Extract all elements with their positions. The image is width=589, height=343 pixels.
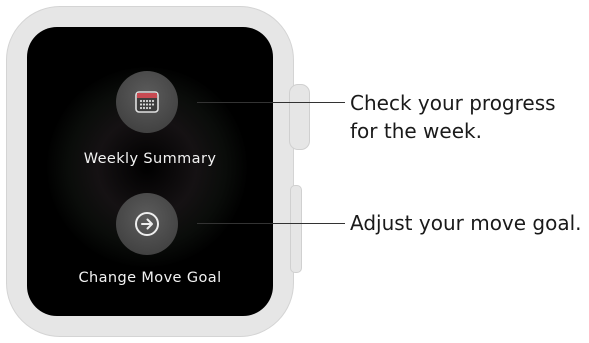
watch-screen: Weekly Summary Change Move Goal <box>27 27 273 316</box>
weekly-summary-callout-line-1: Check your progress <box>350 91 556 115</box>
calendar-icon <box>135 91 159 113</box>
side-button <box>290 185 302 273</box>
weekly-summary-callout-line-2: for the week. <box>350 119 482 143</box>
illustration: Weekly Summary Change Move Goal Check yo… <box>0 0 589 343</box>
move-goal-callout: Adjust your move goal. <box>350 209 582 237</box>
weekly-summary-callout: Check your progress for the week. <box>350 89 556 145</box>
weekly-summary-label: Weekly Summary <box>83 151 217 167</box>
change-move-goal-button[interactable] <box>116 193 178 255</box>
weekly-summary-callout-line <box>197 102 345 103</box>
move-goal-callout-line-1: Adjust your move goal. <box>350 211 582 235</box>
weekly-summary-button[interactable] <box>116 71 178 133</box>
change-move-goal-label: Change Move Goal <box>78 270 222 286</box>
digital-crown <box>289 84 310 150</box>
arrow-circle-icon <box>135 212 159 236</box>
move-goal-callout-line <box>197 223 345 224</box>
